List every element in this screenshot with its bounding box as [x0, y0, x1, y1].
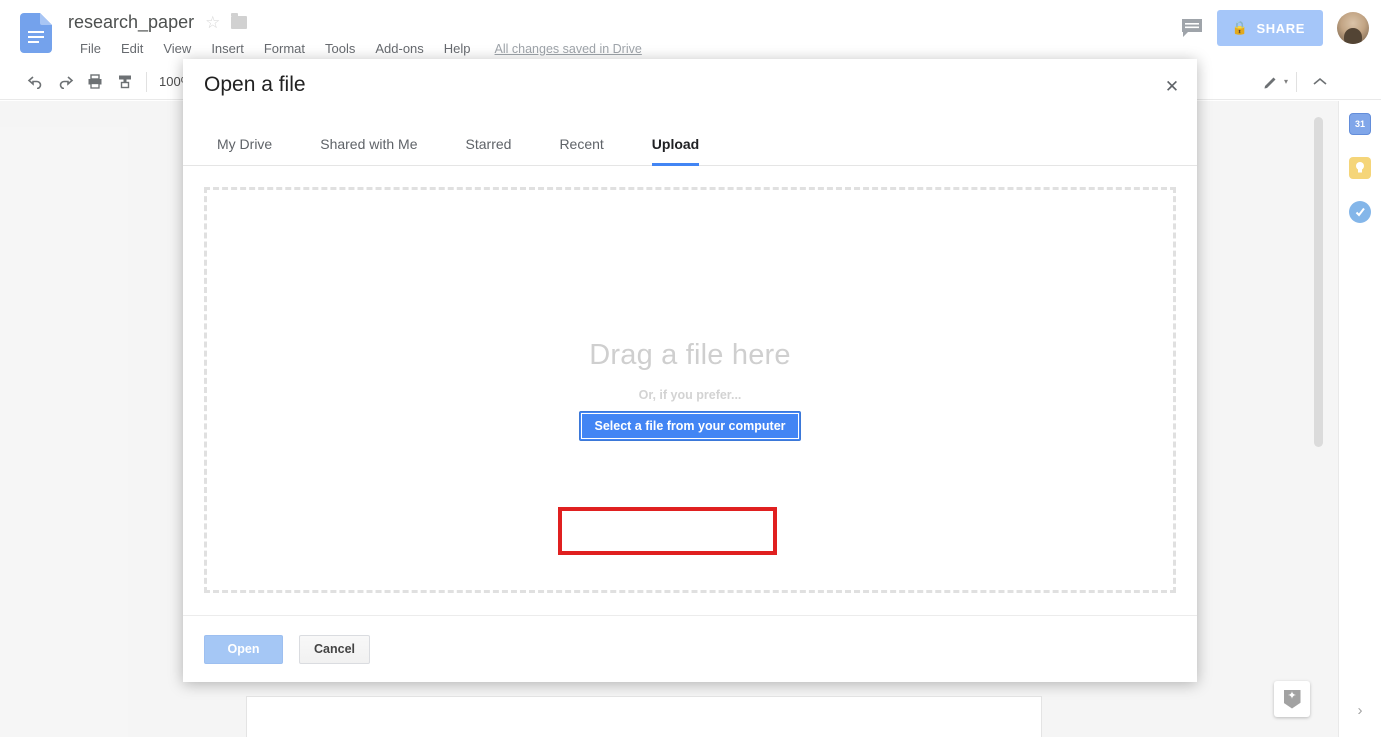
undo-icon[interactable] — [20, 68, 50, 96]
document-title[interactable]: research_paper — [68, 12, 194, 33]
menu-edit[interactable]: Edit — [111, 38, 153, 59]
expand-side-panel-chevron-right-icon[interactable]: › — [1358, 702, 1363, 719]
dialog-body: Drag a file here Or, if you prefer... Se… — [183, 166, 1197, 615]
document-title-row: research_paper ☆ — [68, 12, 248, 33]
file-dropzone[interactable]: Drag a file here Or, if you prefer... Se… — [204, 187, 1176, 593]
select-file-button[interactable]: Select a file from your computer — [579, 411, 801, 441]
share-button-label: SHARE — [1256, 20, 1305, 36]
menu-tools[interactable]: Tools — [315, 38, 365, 59]
menu-insert[interactable]: Insert — [201, 38, 254, 59]
open-button[interactable]: Open — [204, 634, 283, 664]
dialog-footer: Open Cancel — [183, 615, 1197, 682]
dropzone-subtitle: Or, if you prefer... — [638, 388, 742, 402]
docs-header: research_paper ☆ File Edit View Insert F… — [0, 0, 1381, 64]
print-icon[interactable] — [80, 68, 110, 96]
cancel-button[interactable]: Cancel — [299, 634, 370, 664]
header-actions: 🔒 SHARE — [1181, 10, 1369, 46]
tab-recent[interactable]: Recent — [535, 136, 627, 165]
redo-icon[interactable] — [50, 68, 80, 96]
close-icon[interactable]: ✕ — [1159, 74, 1185, 100]
explore-button[interactable] — [1274, 681, 1310, 717]
google-docs-window: research_paper ☆ File Edit View Insert F… — [0, 0, 1381, 737]
menu-format[interactable]: Format — [254, 38, 315, 59]
toolbar-divider — [146, 71, 147, 92]
tab-upload[interactable]: Upload — [628, 136, 723, 166]
menu-file[interactable]: File — [70, 38, 111, 59]
comments-icon[interactable] — [1181, 18, 1203, 38]
google-keep-icon[interactable] — [1349, 157, 1371, 179]
explore-icon — [1283, 689, 1301, 709]
tab-shared-with-me[interactable]: Shared with Me — [296, 136, 441, 165]
menu-addons[interactable]: Add-ons — [365, 38, 433, 59]
menu-help[interactable]: Help — [434, 38, 481, 59]
collapse-toolbar-chevron-up-icon[interactable] — [1305, 68, 1335, 96]
open-a-file-dialog: Open a file ✕ My Drive Shared with Me St… — [183, 59, 1197, 682]
menu-view[interactable]: View — [153, 38, 201, 59]
share-button[interactable]: 🔒 SHARE — [1216, 10, 1323, 46]
dropzone-title: Drag a file here — [589, 339, 791, 371]
edit-mode-chevron-down-icon[interactable]: ▾ — [1284, 77, 1288, 86]
document-page[interactable] — [247, 697, 1041, 737]
dialog-header: Open a file ✕ — [183, 59, 1197, 116]
tab-my-drive[interactable]: My Drive — [193, 136, 296, 165]
dialog-title: Open a file — [204, 73, 306, 96]
star-icon[interactable]: ☆ — [205, 14, 220, 31]
menu-bar: File Edit View Insert Format Tools Add-o… — [70, 38, 642, 59]
dialog-tabs: My Drive Shared with Me Starred Recent U… — [183, 116, 1197, 166]
google-calendar-icon[interactable]: 31 — [1349, 113, 1371, 135]
tab-starred[interactable]: Starred — [442, 136, 536, 165]
side-panel-rail: 31 › — [1338, 101, 1381, 737]
scrollbar-thumb[interactable] — [1314, 117, 1323, 447]
move-to-folder-icon[interactable] — [231, 13, 248, 29]
google-docs-logo-icon — [20, 13, 52, 53]
lock-icon: 🔒 — [1231, 20, 1249, 35]
paint-format-icon[interactable] — [110, 68, 140, 96]
document-scrollbar[interactable] — [1311, 101, 1325, 737]
edit-mode-icon[interactable] — [1256, 68, 1286, 96]
google-tasks-icon[interactable] — [1349, 201, 1371, 223]
toolbar-divider-2 — [1296, 71, 1297, 92]
save-status-label[interactable]: All changes saved in Drive — [495, 42, 642, 56]
user-avatar[interactable] — [1337, 12, 1369, 44]
